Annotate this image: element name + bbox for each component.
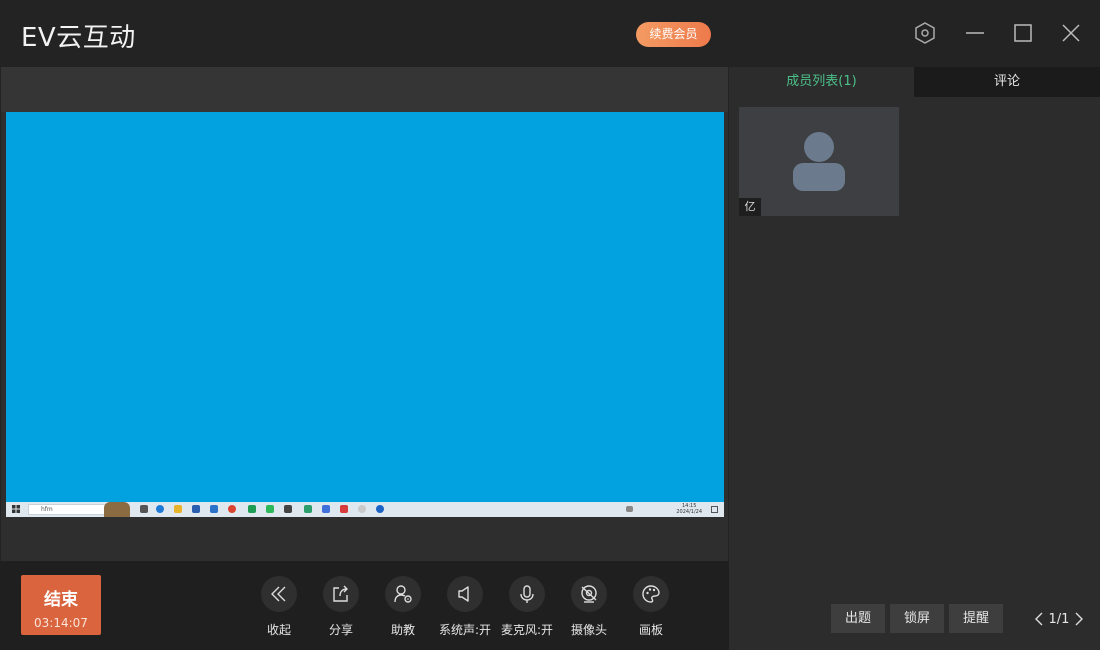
- taskbar-app-icon: [266, 505, 274, 513]
- taskbar-clock-date: 2024/1/24: [676, 509, 702, 515]
- maximize-button[interactable]: [1010, 20, 1036, 46]
- whiteboard-label: 画板: [638, 623, 663, 637]
- taskbar-app-icon: [376, 505, 384, 513]
- assistant-icon: [394, 585, 412, 603]
- minimize-icon: [966, 32, 984, 34]
- collapse-button[interactable]: 收起: [247, 576, 311, 638]
- chevron-left-icon[interactable]: [1034, 611, 1044, 627]
- taskbar-app-icon: [174, 505, 182, 513]
- taskbar-app-icon: [248, 505, 256, 513]
- avatar-placeholder-icon: [793, 132, 845, 191]
- taskbar-app-icon: [228, 505, 236, 513]
- end-session-label: 结束: [44, 590, 78, 610]
- taskbar-app-icon: [322, 505, 330, 513]
- quiz-button[interactable]: 出题: [831, 604, 885, 633]
- page-indicator: 1/1: [1048, 611, 1070, 627]
- chevron-right-icon[interactable]: [1074, 611, 1084, 627]
- stage-header-strip: [1, 67, 728, 112]
- camera-button[interactable]: 摄像头: [557, 576, 621, 638]
- shared-screen-view[interactable]: hfm 14:15 2024/1/24: [6, 112, 724, 517]
- system-sound-label: 系统声:开: [438, 623, 492, 637]
- microphone-icon: [520, 585, 534, 603]
- app-title: EV云互动: [21, 23, 136, 53]
- windows-start-icon: [12, 505, 20, 513]
- control-bar: 结束 03:14:07 收起 分享 助教 系统声:开 麦克风:开 摄像头 画板: [0, 561, 729, 650]
- settings-button[interactable]: [912, 20, 938, 46]
- assistant-label: 助教: [390, 623, 415, 637]
- taskbar-app-icon: [156, 505, 164, 513]
- double-chevron-left-icon: [271, 586, 286, 602]
- renew-vip-button[interactable]: 续费会员: [636, 22, 711, 47]
- speaker-icon: [458, 586, 469, 602]
- share-icon: [333, 585, 348, 602]
- member-tag: 亿: [739, 198, 761, 216]
- session-timer: 03:14:07: [34, 616, 88, 630]
- assistant-button[interactable]: 助教: [371, 576, 435, 638]
- shared-screen-taskbar: hfm 14:15 2024/1/24: [6, 502, 724, 517]
- taskbar-app-icon: [304, 505, 312, 513]
- taskbar-app-icon: [340, 505, 348, 513]
- main-stage: hfm 14:15 2024/1/24: [1, 67, 728, 561]
- taskbar-clock: 14:15 2024/1/24: [676, 503, 702, 515]
- share-button[interactable]: 分享: [309, 576, 373, 638]
- member-card[interactable]: 亿: [739, 107, 899, 216]
- camera-label: 摄像头: [570, 623, 607, 637]
- lock-screen-button[interactable]: 锁屏: [890, 604, 944, 633]
- settings-icon: [915, 22, 935, 44]
- title-bar: EV云互动 续费会员: [0, 0, 1100, 67]
- taskbar-app-icon: [210, 505, 218, 513]
- tab-comments[interactable]: 评论: [914, 67, 1100, 97]
- taskbar-app-icon: [140, 505, 148, 513]
- close-button[interactable]: [1058, 20, 1084, 46]
- taskbar-app-icon: [192, 505, 200, 513]
- remind-button[interactable]: 提醒: [949, 604, 1003, 633]
- taskbar-search-box: hfm: [28, 504, 108, 515]
- maximize-icon: [1014, 24, 1032, 42]
- microphone-button[interactable]: 麦克风:开: [495, 576, 559, 638]
- taskbar-notification-icon: [711, 506, 718, 513]
- system-sound-button[interactable]: 系统声:开: [433, 576, 497, 638]
- microphone-label: 麦克风:开: [500, 623, 554, 637]
- side-panel: 成员列表(1) 评论 亿 出题 锁屏 提醒 1/1: [729, 67, 1100, 650]
- taskbar-widget-image: [104, 502, 130, 517]
- taskbar-app-icon: [284, 505, 292, 513]
- taskbar-tray-icon: [626, 506, 633, 512]
- share-label: 分享: [328, 623, 353, 637]
- taskbar-app-icon: [358, 505, 366, 513]
- camera-off-icon: [581, 585, 597, 603]
- collapse-label: 收起: [266, 623, 291, 637]
- member-pager: 1/1: [1034, 608, 1084, 630]
- tab-members[interactable]: 成员列表(1): [729, 67, 914, 97]
- minimize-button[interactable]: [962, 20, 988, 46]
- end-session-button[interactable]: 结束 03:14:07: [21, 575, 101, 635]
- whiteboard-button[interactable]: 画板: [619, 576, 683, 638]
- close-icon: [1062, 24, 1080, 42]
- palette-icon: [642, 585, 660, 603]
